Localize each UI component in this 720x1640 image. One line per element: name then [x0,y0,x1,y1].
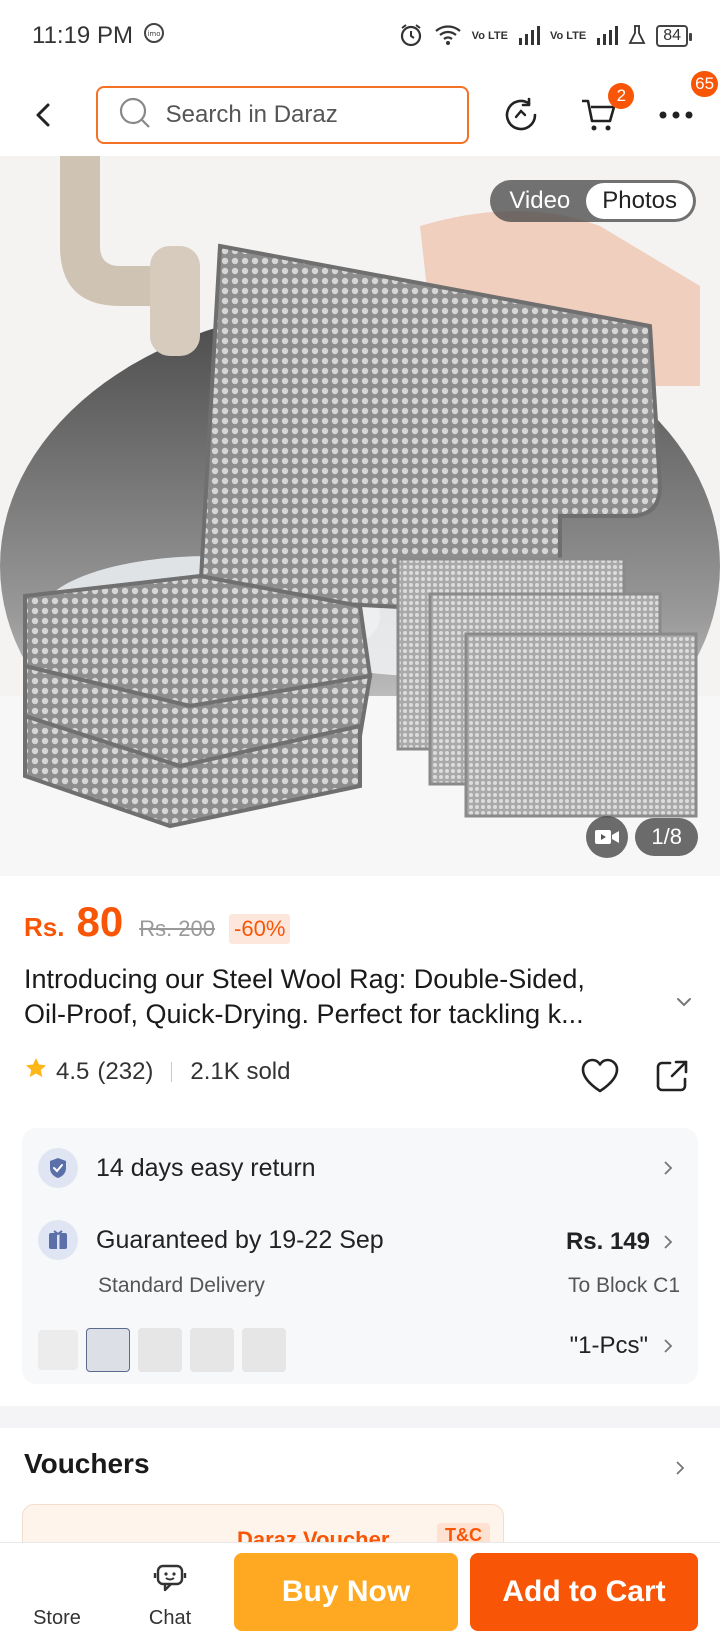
search-placeholder: Search in Daraz [165,101,338,128]
image-counter: 1/8 [635,818,698,856]
store-label: Store [33,1606,81,1629]
share-icon [656,1060,688,1092]
alarm-icon [398,22,424,51]
heart-icon [581,1058,619,1093]
chevron-right-icon [664,1339,673,1353]
product-image-gallery[interactable]: Video Photos 1/8 [0,156,720,876]
variant-thumb[interactable] [138,1328,182,1372]
review-count: (232) [97,1057,154,1085]
tab-video[interactable]: Video [493,183,586,219]
volte-icon: Vo LTE [471,29,508,42]
cart-badge: 2 [608,83,635,109]
product-image [0,156,720,876]
sold-count: 2.1K sold [190,1057,291,1085]
more-button[interactable]: 65 [652,71,719,139]
service-card: 14 days easy return Guaranteed by 19-22 … [22,1128,698,1384]
star-icon [24,1056,48,1087]
variant-label: "1-Pcs" [569,1332,648,1359]
product-page: 11:19 PM imo Vo LTE Vo LTE 84 Search in … [0,0,720,1640]
chat-button[interactable]: Chat [114,1550,226,1634]
video-camera-icon [595,830,619,844]
refresh-icon [505,97,537,131]
share-button[interactable] [650,1054,694,1098]
variant-selector [38,1328,286,1372]
price-value: 80 [76,898,124,945]
original-price: Rs. 200 [139,916,216,941]
video-button[interactable] [586,816,628,858]
delivery-type: Standard Delivery [98,1274,265,1297]
lab-icon [628,24,646,49]
wifi-icon [434,23,462,50]
signal-icon [518,24,540,49]
signal-icon [596,24,619,49]
variant-thumb[interactable] [190,1328,234,1372]
status-time: 11:19 PM [32,22,133,49]
variant-thumb[interactable] [242,1328,286,1372]
delivery-location: To Block C1 [567,1274,680,1297]
shield-check-icon [38,1148,78,1188]
store-button[interactable]: Store [0,1550,114,1634]
recent-button[interactable] [497,91,545,139]
battery-level: 84 [663,27,681,44]
add-to-cart-button[interactable]: Add to Cart [470,1553,698,1631]
chevron-right-icon [664,1161,673,1175]
return-row[interactable]: 14 days easy return [38,1148,316,1188]
divider [171,1061,173,1082]
volte-icon: Vo LTE [549,29,587,42]
buy-now-button[interactable]: Buy Now [234,1553,458,1631]
svg-text:imo: imo [147,30,160,38]
imo-icon: imo [143,22,165,51]
price-row: Rs. 80 Rs. 200 -60% [24,898,291,946]
variant-thumb[interactable] [86,1328,130,1372]
search-input[interactable]: Search in Daraz [95,86,470,144]
wishlist-button[interactable] [578,1054,622,1098]
chat-icon [153,1563,187,1601]
delivery-title: Guaranteed by 19-22 Sep [96,1225,384,1254]
product-title[interactable]: Introducing our Steel Wool Rag: Double-S… [24,962,664,1032]
discount-badge: -60% [229,914,291,944]
tab-photos[interactable]: Photos [586,183,693,219]
rating-row[interactable]: 4.5 (232) 2.1K sold [24,1056,290,1087]
search-icon [118,96,152,135]
variant-selection[interactable]: "1-Pcs" [570,1332,676,1360]
delivery-box-icon [38,1220,78,1260]
battery-icon: 84 [656,25,692,47]
delivery-price: Rs. 149 [565,1228,650,1255]
price-currency: Rs. [24,912,65,942]
cart-button[interactable]: 2 [575,83,635,139]
rating-value: 4.5 [56,1057,90,1085]
delivery-price-group[interactable]: Rs. 149 [566,1228,676,1256]
more-icon [659,111,693,119]
variant-thumb[interactable] [38,1330,78,1370]
top-nav: Search in Daraz 2 65 [0,71,720,150]
chevron-right-icon [664,1235,673,1249]
media-toggle: Video Photos [490,180,696,222]
title-line-1: Introducing our Steel Wool Rag: Double-S… [24,964,585,994]
more-badge: 65 [691,71,719,97]
chevron-right-icon[interactable] [672,1460,688,1476]
chevron-down-icon[interactable] [672,990,696,1014]
delivery-row[interactable]: Guaranteed by 19-22 Sep [38,1220,384,1260]
chat-label: Chat [148,1606,192,1629]
back-arrow-icon [36,103,50,127]
status-bar: 11:19 PM imo Vo LTE Vo LTE 84 [0,0,720,72]
vouchers-title[interactable]: Vouchers [24,1448,150,1480]
section-divider [0,1406,720,1428]
bottom-action-bar: Store Chat Buy Now Add to Cart [0,1542,720,1640]
return-text: 14 days easy return [96,1153,316,1182]
back-button[interactable] [20,91,68,139]
title-line-2: Oil-Proof, Quick-Drying. Perfect for tac… [24,999,584,1029]
